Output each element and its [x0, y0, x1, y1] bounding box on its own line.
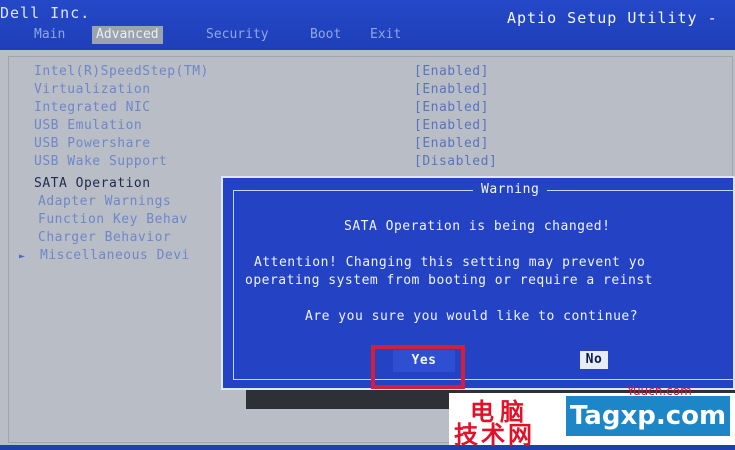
tab-main[interactable]: Main: [30, 26, 69, 44]
setting-label: USB Emulation: [34, 118, 143, 133]
setting-label: SATA Operation: [34, 176, 151, 191]
setting-label: Intel(R)SpeedStep(TM): [34, 64, 209, 79]
utility-title: Aptio Setup Utility -: [507, 9, 718, 27]
setting-label: Adapter Warnings: [38, 194, 172, 209]
setting-label: Virtualization: [34, 82, 151, 97]
setting-label: Miscellaneous Devi: [40, 248, 190, 263]
setting-label: Function Key Behav: [38, 212, 188, 227]
yes-highlight-box: [371, 345, 465, 389]
setting-label: Charger Behavior: [38, 230, 172, 245]
setting-row-usb-wake-support[interactable]: USB Wake Support [Disabled]: [0, 154, 735, 172]
tab-boot[interactable]: Boot: [306, 26, 345, 44]
setting-row-speedstep[interactable]: Intel(R)SpeedStep(TM) [Enabled]: [0, 64, 735, 82]
setting-value: [Enabled]: [414, 100, 489, 115]
warning-dialog: Warning SATA Operation is being changed!…: [221, 176, 735, 390]
setting-row-usb-emulation[interactable]: USB Emulation [Enabled]: [0, 118, 735, 136]
submenu-arrow-icon: ►: [19, 251, 26, 262]
setting-value: [Enabled]: [414, 136, 489, 151]
setting-value: [Enabled]: [414, 82, 489, 97]
setting-value: [Enabled]: [414, 64, 489, 79]
setting-label: USB Powershare: [34, 136, 151, 151]
tab-advanced[interactable]: Advanced: [92, 26, 163, 44]
dialog-question: Are you sure you would like to continue?: [305, 309, 639, 324]
tab-exit[interactable]: Exit: [366, 26, 405, 44]
dialog-attention-line-2: operating system from booting or require…: [245, 273, 654, 288]
dialog-message: SATA Operation is being changed!: [344, 219, 611, 234]
setting-value: [Enabled]: [414, 118, 489, 133]
dialog-title: Warning: [473, 181, 548, 199]
watermark-small: Yuucn.com: [627, 384, 692, 398]
setting-value: [Disabled]: [414, 154, 498, 169]
setting-row-usb-powershare[interactable]: USB Powershare [Enabled]: [0, 136, 735, 154]
setting-row-virtualization[interactable]: Virtualization [Enabled]: [0, 82, 735, 100]
bios-header-bar: Dell Inc. Aptio Setup Utility - Main Adv…: [0, 0, 735, 50]
vendor-name: Dell Inc.: [0, 4, 91, 22]
dialog-attention-line-1: Attention! Changing this setting may pre…: [254, 255, 646, 270]
setting-label: Integrated NIC: [34, 100, 151, 115]
dialog-inner-frame: Warning SATA Operation is being changed!…: [233, 181, 735, 380]
watermark-site: Tagxp.com: [566, 396, 730, 436]
tab-security[interactable]: Security: [202, 26, 273, 44]
setting-row-integrated-nic[interactable]: Integrated NIC [Enabled]: [0, 100, 735, 118]
no-button[interactable]: No: [580, 351, 608, 369]
setting-label: USB Wake Support: [34, 154, 168, 169]
